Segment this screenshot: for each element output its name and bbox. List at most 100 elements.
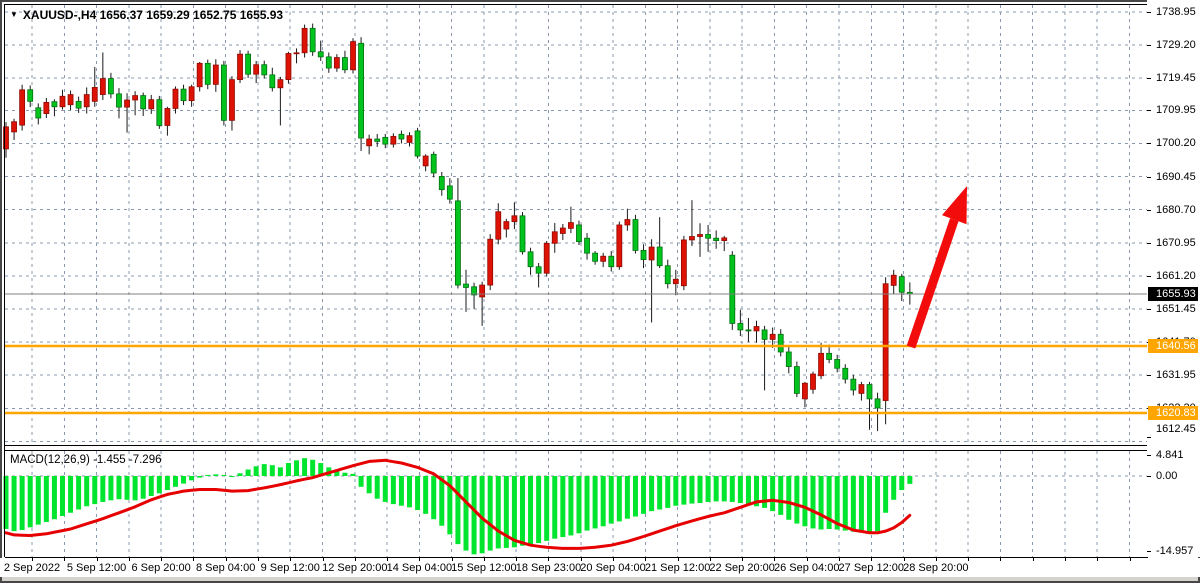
candle bbox=[585, 238, 590, 253]
macd-histogram-bar bbox=[455, 476, 460, 544]
macd-histogram-bar bbox=[843, 476, 848, 531]
candle bbox=[754, 327, 759, 331]
trend-arrow-head bbox=[942, 186, 967, 224]
candle bbox=[859, 385, 864, 394]
macd-histogram-bar bbox=[641, 476, 646, 514]
macd-histogram-bar bbox=[665, 476, 670, 508]
macd-histogram-bar bbox=[609, 476, 614, 524]
candle bbox=[262, 65, 267, 75]
candle bbox=[141, 96, 146, 109]
price-axis-label: 1729.20 bbox=[1156, 39, 1196, 51]
time-axis-tick bbox=[1097, 558, 1098, 561]
candle bbox=[415, 131, 420, 156]
candle bbox=[811, 374, 816, 389]
candle bbox=[439, 176, 444, 189]
time-axis-label: 5 Sep 12:00 bbox=[67, 562, 126, 574]
price-axis-label: 1651.45 bbox=[1156, 303, 1196, 315]
time-axis-tick bbox=[290, 558, 291, 561]
time-axis-label: 15 Sep 12:00 bbox=[451, 562, 516, 574]
candle bbox=[625, 220, 630, 225]
candle bbox=[536, 267, 541, 273]
time-axis-tick bbox=[226, 558, 227, 561]
price-axis-label: 1661.20 bbox=[1156, 270, 1196, 282]
macd-histogram-bar bbox=[76, 476, 81, 510]
candle bbox=[488, 239, 493, 285]
macd-histogram-bar bbox=[205, 475, 210, 476]
candle bbox=[221, 65, 226, 120]
macd-histogram-bar bbox=[472, 476, 477, 554]
candle bbox=[76, 101, 81, 108]
macd-histogram-bar bbox=[568, 476, 573, 535]
candle bbox=[100, 79, 105, 95]
candle bbox=[706, 234, 711, 238]
time-axis-tick bbox=[1000, 558, 1001, 561]
macd-histogram-bar bbox=[133, 476, 138, 500]
macd-histogram-bar bbox=[100, 476, 105, 502]
time-axis-label: 27 Sep 12:00 bbox=[839, 562, 904, 574]
macd-histogram-bar bbox=[302, 458, 307, 476]
candle bbox=[20, 90, 25, 125]
price-axis-tick bbox=[1147, 437, 1151, 438]
candle bbox=[689, 237, 694, 240]
macd-histogram-bar bbox=[262, 464, 267, 476]
candle bbox=[294, 53, 299, 54]
macd-histogram-bar bbox=[229, 476, 234, 477]
macd-histogram-bar bbox=[431, 476, 436, 519]
macd-axis-min: -14.957 bbox=[1156, 545, 1193, 557]
price-axis-tick bbox=[1147, 143, 1151, 144]
time-axis-tick bbox=[258, 558, 259, 561]
time-axis-tick bbox=[807, 558, 808, 561]
macd-histogram-bar bbox=[181, 476, 186, 484]
price-axis-tick bbox=[1147, 243, 1151, 244]
time-axis-tick bbox=[193, 558, 194, 561]
price-axis-tick bbox=[1147, 375, 1151, 376]
trend-arrow-shaft[interactable] bbox=[911, 220, 954, 347]
price-axis-tick bbox=[1147, 309, 1151, 310]
macd-histogram-bar bbox=[157, 476, 162, 493]
macd-histogram-bar bbox=[294, 460, 299, 476]
macd-histogram-bar bbox=[12, 476, 17, 531]
candle bbox=[133, 96, 138, 100]
time-axis[interactable]: 2 Sep 20225 Sep 12:006 Sep 20:008 Sep 04… bbox=[0, 558, 1200, 577]
time-axis-tick bbox=[581, 558, 582, 561]
candle bbox=[157, 100, 162, 126]
candle bbox=[423, 156, 428, 166]
price-axis-label: 1680.70 bbox=[1156, 204, 1196, 216]
candle bbox=[875, 399, 880, 408]
price-axis-label: 1709.95 bbox=[1156, 104, 1196, 116]
price-axis-tick bbox=[1147, 276, 1151, 277]
time-axis-tick bbox=[678, 558, 679, 561]
price-chart[interactable] bbox=[5, 5, 1147, 445]
macd-histogram-bar bbox=[673, 476, 678, 506]
time-axis-tick bbox=[64, 558, 65, 561]
price-axis-tick bbox=[1147, 12, 1151, 13]
current-price-tag: 1655.93 bbox=[1148, 287, 1198, 301]
price-axis-tick bbox=[1147, 45, 1151, 46]
candle bbox=[778, 334, 783, 352]
chevron-down-icon: ▼ bbox=[10, 10, 18, 20]
macd-histogram-bar bbox=[367, 476, 372, 493]
macd-histogram-bar bbox=[173, 476, 178, 487]
time-axis-label: 8 Sep 04:00 bbox=[196, 562, 255, 574]
macd-histogram-bar bbox=[310, 460, 315, 476]
candle bbox=[657, 247, 662, 266]
macd-histogram-bar bbox=[125, 476, 130, 500]
candle bbox=[730, 255, 735, 323]
macd-histogram-bar bbox=[746, 476, 751, 505]
candle bbox=[552, 232, 557, 244]
macd-panel[interactable] bbox=[5, 451, 1147, 557]
candle bbox=[125, 100, 130, 107]
candle bbox=[286, 53, 291, 79]
candle bbox=[447, 186, 452, 199]
candle bbox=[36, 108, 41, 118]
candle bbox=[254, 65, 259, 75]
time-axis-tick bbox=[516, 558, 517, 561]
time-axis-label: 9 Sep 12:00 bbox=[261, 562, 320, 574]
time-axis-tick bbox=[1033, 558, 1034, 561]
candle bbox=[229, 80, 234, 121]
macd-histogram-bar bbox=[149, 476, 154, 496]
macd-axis-max: 4.841 bbox=[1156, 449, 1184, 461]
candle bbox=[819, 353, 824, 375]
candle bbox=[617, 225, 622, 267]
macd-axis-tick bbox=[1147, 455, 1151, 456]
